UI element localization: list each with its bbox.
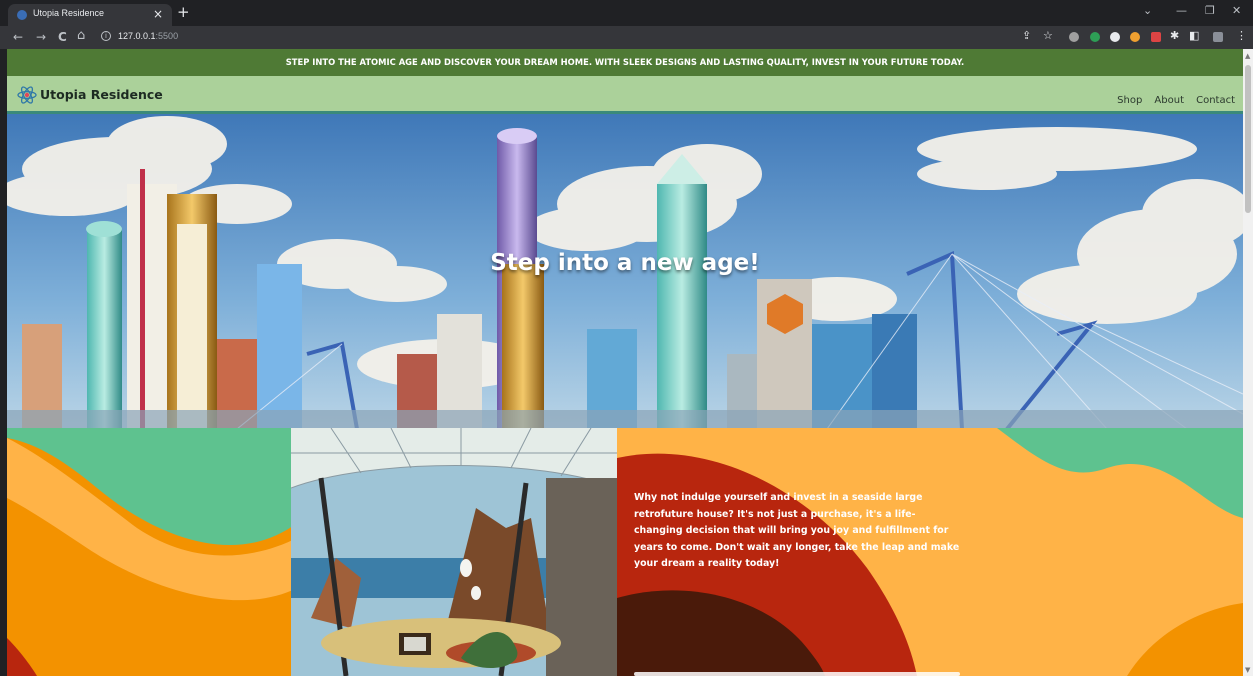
scroll-thumb[interactable] <box>1245 65 1251 213</box>
forward-icon[interactable]: → <box>36 30 46 44</box>
hero-banner: Step into a new age! <box>7 114 1243 428</box>
url-text: 127.0.0.1:5500 <box>118 31 178 41</box>
extensions-puzzle-icon[interactable]: ✱ <box>1170 29 1179 43</box>
minimize-icon[interactable]: — <box>1176 4 1187 18</box>
nav-links: Shop About Contact <box>1110 88 1235 107</box>
tab-list-icon[interactable]: ⌄ <box>1143 4 1152 18</box>
url-port: :5500 <box>155 31 179 41</box>
bookmark-star-icon[interactable]: ☆ <box>1043 29 1053 43</box>
promo-banner: STEP INTO THE ATOMIC AGE AND DISCOVER YO… <box>7 49 1243 76</box>
page-viewport: STEP INTO THE ATOMIC AGE AND DISCOVER YO… <box>7 49 1243 676</box>
atom-icon <box>17 86 37 104</box>
profile-avatar-icon[interactable] <box>1213 32 1223 42</box>
scroll-up-icon[interactable]: ▲ <box>1245 52 1250 60</box>
hero-title: Step into a new age! <box>490 250 760 276</box>
browser-menu-icon[interactable]: ⋮ <box>1236 29 1247 43</box>
extension-orange-icon[interactable] <box>1130 32 1140 42</box>
tab-title: Utopia Residence <box>33 8 105 18</box>
browser-toolbar: ← → C ⌂ i 127.0.0.1:5500 ⇪ ☆ ✱ ◧ ⋮ <box>0 26 1253 49</box>
home-icon[interactable]: ⌂ <box>77 29 85 43</box>
site-navbar: Utopia Residence Shop About Contact <box>7 76 1243 114</box>
nav-link-contact[interactable]: Contact <box>1196 95 1235 106</box>
site-info-icon[interactable]: i <box>101 31 111 41</box>
pitch-paragraph: Why not indulge yourself and invest in a… <box>634 492 960 569</box>
extension-green-icon[interactable] <box>1090 32 1100 42</box>
nav-link-shop[interactable]: Shop <box>1117 95 1142 106</box>
brand-name: Utopia Residence <box>40 87 163 102</box>
extension-circle-icon[interactable] <box>1110 32 1120 42</box>
url-host: 127.0.0.1 <box>118 31 156 41</box>
share-icon[interactable]: ⇪ <box>1022 29 1031 43</box>
extension-red-icon[interactable] <box>1151 32 1161 42</box>
cta-input-edge[interactable] <box>634 672 960 676</box>
window-close-icon[interactable]: ✕ <box>1232 4 1241 18</box>
interior-illustration <box>291 428 617 676</box>
scroll-down-icon[interactable]: ▼ <box>1245 666 1250 674</box>
browser-tabstrip: Utopia Residence × + ⌄ — ❐ ✕ <box>0 0 1253 26</box>
extension-shield-icon[interactable] <box>1069 32 1079 42</box>
nav-link-about[interactable]: About <box>1154 95 1184 106</box>
retro-waves-background <box>7 428 1243 676</box>
feature-section: Why not indulge yourself and invest in a… <box>7 428 1243 676</box>
back-icon[interactable]: ← <box>13 30 23 44</box>
new-tab-icon[interactable]: + <box>177 4 190 20</box>
address-bar[interactable]: i 127.0.0.1:5500 <box>96 29 1036 46</box>
browser-tab[interactable]: Utopia Residence × <box>8 4 172 26</box>
side-panel-icon[interactable]: ◧ <box>1189 29 1199 43</box>
favicon-icon <box>17 10 27 20</box>
tab-close-icon[interactable]: × <box>153 6 163 22</box>
reload-icon[interactable]: C <box>58 30 67 44</box>
page-scrollbar[interactable]: ▲ ▼ <box>1243 49 1253 676</box>
retro-interior-image <box>291 428 617 676</box>
restore-icon[interactable]: ❐ <box>1205 4 1215 18</box>
